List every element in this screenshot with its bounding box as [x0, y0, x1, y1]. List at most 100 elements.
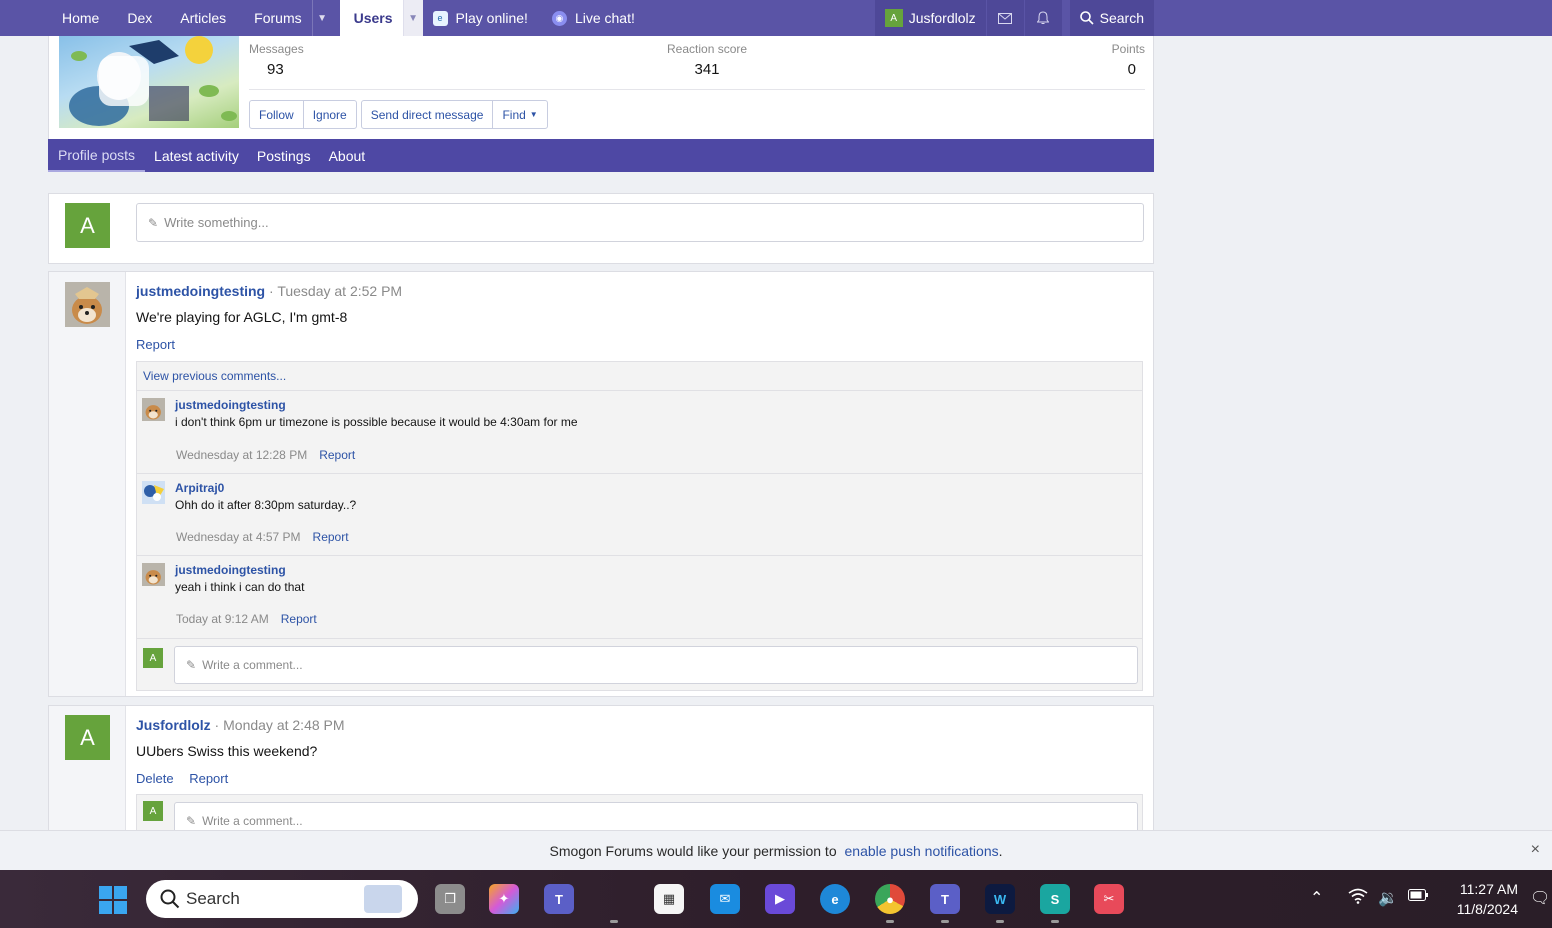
pencil-icon: ✎ [186, 658, 197, 672]
comment-composer: A ✎ Write a comment... [137, 639, 1142, 689]
close-icon[interactable]: × [1531, 841, 1540, 859]
notification-center-icon[interactable]: 🗨 [1530, 888, 1550, 908]
comment-report-link[interactable]: Report [313, 530, 349, 544]
forums-dropdown-icon[interactable]: ▼ [311, 0, 332, 36]
microsoft-store-icon[interactable]: ▦ [654, 884, 684, 914]
volume-icon[interactable]: 🔉 [1378, 888, 1398, 908]
play-online-icon: e [432, 10, 448, 26]
nav-play-online[interactable]: e Play online! [423, 0, 542, 36]
battery-icon[interactable] [1408, 888, 1428, 906]
nav-dex[interactable]: Dex [113, 0, 166, 36]
search-highlight-image [364, 885, 402, 913]
write-something-input[interactable]: ✎ Write something... [136, 203, 1144, 242]
stat-messages: Messages 93 [249, 42, 304, 78]
user-avatar: A [143, 648, 163, 668]
comment-time[interactable]: Wednesday at 12:28 PM [176, 448, 307, 462]
comment-time[interactable]: Wednesday at 4:57 PM [176, 530, 301, 544]
post-time[interactable]: Monday at 2:48 PM [223, 717, 344, 733]
profile-banner-image [59, 36, 239, 128]
post-author[interactable]: Jusfordlolz [136, 717, 211, 733]
nav-users[interactable]: Users ▼ [339, 0, 423, 36]
comment-report-link[interactable]: Report [281, 612, 317, 626]
comment-author[interactable]: Arpitraj0 [175, 481, 224, 495]
snipping-tool-icon[interactable]: ✂ [1094, 884, 1124, 914]
user-avatar: A [65, 203, 110, 248]
bell-icon[interactable] [1023, 0, 1062, 36]
users-dropdown-icon[interactable]: ▼ [402, 0, 423, 36]
commenter-avatar[interactable] [142, 481, 165, 504]
follow-button[interactable]: Follow [250, 101, 304, 128]
taskbar-search-box[interactable]: Search [146, 880, 418, 918]
report-link[interactable]: Report [136, 337, 175, 352]
surfshark-icon[interactable]: S [1040, 884, 1070, 914]
search-icon [1079, 11, 1094, 25]
profile-stats: Messages 93 Reaction score 341 Points 0 [249, 42, 1145, 90]
view-previous-comments-link[interactable]: View previous comments... [137, 362, 1142, 391]
comment-author[interactable]: justmedoingtesting [175, 398, 286, 412]
edge-icon[interactable]: e [820, 884, 850, 914]
enable-push-notifications-link[interactable]: enable push notifications [845, 843, 999, 859]
tab-postings[interactable]: Postings [248, 139, 320, 172]
write-comment-input[interactable]: ✎ Write a comment... [174, 646, 1138, 684]
tab-profile-posts[interactable]: Profile posts [48, 139, 146, 172]
comment-text: i don't think 6pm ur timezone is possibl… [175, 415, 578, 429]
tab-about[interactable]: About [320, 139, 375, 172]
tab-latest-activity[interactable]: Latest activity [145, 139, 248, 172]
comment-time[interactable]: Today at 9:12 AM [176, 612, 269, 626]
taskbar-indicator [941, 920, 949, 923]
chevron-up-icon[interactable]: ⌃ [1310, 888, 1323, 908]
taskbar-indicator [1051, 920, 1059, 923]
profile-header: Messages 93 Reaction score 341 Points 0 … [48, 36, 1154, 139]
webex-icon[interactable]: W [985, 884, 1015, 914]
teams-work-icon[interactable]: T [930, 884, 960, 914]
inbox-icon[interactable] [985, 0, 1024, 36]
send-direct-message-button[interactable]: Send direct message [362, 101, 494, 128]
nav-live-chat[interactable]: ◉ Live chat! [542, 0, 649, 36]
windows-start-icon[interactable] [99, 886, 127, 914]
topnav-bg-right [1154, 0, 1552, 36]
find-button[interactable]: Find ▼ [493, 101, 546, 128]
post-time[interactable]: Tuesday at 2:52 PM [277, 283, 402, 299]
chrome-icon[interactable]: ● [875, 884, 905, 914]
profile-tabs: Profile posts Latest activity Postings A… [48, 139, 1154, 172]
delete-link[interactable]: Delete [136, 771, 174, 786]
push-notification-banner: Smogon Forums would like your permission… [0, 830, 1552, 870]
user-avatar: A [884, 9, 903, 27]
copilot-icon[interactable]: ✦ [489, 884, 519, 914]
task-view-icon[interactable]: ❐ [435, 884, 465, 914]
commenter-avatar[interactable] [142, 398, 165, 421]
clipchamp-icon[interactable]: ▶ [765, 884, 795, 914]
nav-home[interactable]: Home [48, 0, 113, 36]
top-navigation: Home Dex Articles Forums ▼ Users ▼ e Pla… [48, 0, 1154, 36]
wifi-icon[interactable] [1348, 888, 1368, 909]
user-avatar: A [143, 801, 163, 821]
search-button[interactable]: Search [1069, 0, 1154, 36]
commenter-avatar[interactable] [142, 563, 165, 586]
comment-item: justmedoingtesting yeah i think i can do… [137, 556, 1142, 639]
user-avatar[interactable]: A [65, 715, 110, 760]
windows-taskbar: Search ❐ ✦ T ▦ ✉ ▶ e ● T W S ✂ ⌃ 🔉 11:27… [0, 870, 1552, 928]
account-menu[interactable]: A Jusfordlolz [874, 0, 986, 36]
user-avatar-shiba[interactable] [65, 282, 110, 327]
nav-forums[interactable]: Forums ▼ [240, 0, 331, 36]
taskbar-indicator [996, 920, 1004, 923]
profile-post: justmedoingtesting · Tuesday at 2:52 PM … [48, 271, 1154, 697]
search-icon [160, 889, 180, 909]
comment-report-link[interactable]: Report [319, 448, 355, 462]
taskbar-indicator [886, 920, 894, 923]
nav-articles[interactable]: Articles [166, 0, 240, 36]
ignore-button[interactable]: Ignore [304, 101, 356, 128]
post-text: We're playing for AGLC, I'm gmt-8 [136, 309, 348, 325]
post-author[interactable]: justmedoingtesting [136, 283, 265, 299]
post-sidebar [49, 272, 126, 696]
report-link[interactable]: Report [189, 771, 228, 786]
comment-author[interactable]: justmedoingtesting [175, 563, 286, 577]
teams-icon[interactable]: T [544, 884, 574, 914]
topnav-bg-left [0, 0, 48, 36]
comment-item: Arpitraj0 Ohh do it after 8:30pm saturda… [137, 474, 1142, 556]
mail-icon[interactable]: ✉ [710, 884, 740, 914]
taskbar-indicator [610, 920, 618, 923]
discord-icon: ◉ [551, 10, 567, 26]
post-text: UUbers Swiss this weekend? [136, 743, 318, 759]
taskbar-clock[interactable]: 11:27 AM 11/8/2024 [1457, 879, 1518, 919]
